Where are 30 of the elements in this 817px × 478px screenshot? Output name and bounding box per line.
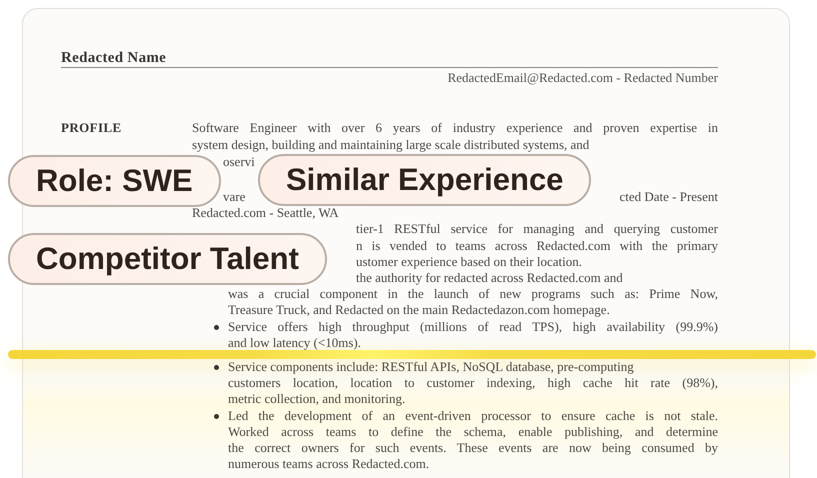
resume-line: numerous teams across Redacted.com. [228,456,430,472]
job-title: vare [223,189,246,206]
resume-line: Service components include: RESTful APIs, NoSQL database, pre-computing [228,359,635,376]
resume-line: oservi [223,153,256,170]
resume-line: tier-1 RESTful service for managing and querying customer [356,221,718,238]
bullet-icon [214,365,219,370]
contact-line: RedactedEmail@Redacted.com - Redacted Number [446,69,718,86]
resume-name: Redacted Name [61,49,718,68]
tag-chip: Competitor Talent [8,233,327,285]
job-location: Redacted.com - Seattle, WA [192,205,340,222]
section-heading: PROFILE [61,119,123,137]
resume-line: customers location, location to customer indexing, high cache hit rate (98%), [228,375,718,392]
resume-line: was a crucial component in the launch of new programs such as: Prime Now, [228,286,718,302]
resume-line: the correct owners for such events. These events are now being consumed by [228,440,718,456]
resume-line: Service offers high throughput (millions of read TPS), high availability (99.9%) [228,318,718,335]
tag-chip: Role: SWE [8,155,221,207]
tag-chip: Similar Experience [258,154,592,206]
bullet-icon [214,414,219,419]
resume-line: Treasure Truck, and Redacted on the main Redactedazon.com homepage. [228,302,611,319]
bullet-icon [214,324,219,330]
resume-line: n is vended to teams across Redacted.com with the primary [356,238,718,254]
resume-line: system design, building and maintaining large scale distributed systems, and [192,136,590,153]
resume-line: Worked across teams to define the schema, enable publishing, and determine [228,424,718,440]
resume-line: Software Engineer with over 6 years of industry experience and proven expertise in [192,119,718,136]
resume-line: Led the development of an event-driven processor to ensure cache is not stale. [228,408,718,424]
resume-line: and low latency (<10ms). [228,334,362,352]
resume-line: ustomer experience based on their location. [356,254,583,270]
job-dates: cted Date - Present [619,189,718,206]
resume-line: the authority for redacted across Redacted.com and [356,270,624,286]
resume-line: metric collection, and monitoring. [228,391,406,408]
